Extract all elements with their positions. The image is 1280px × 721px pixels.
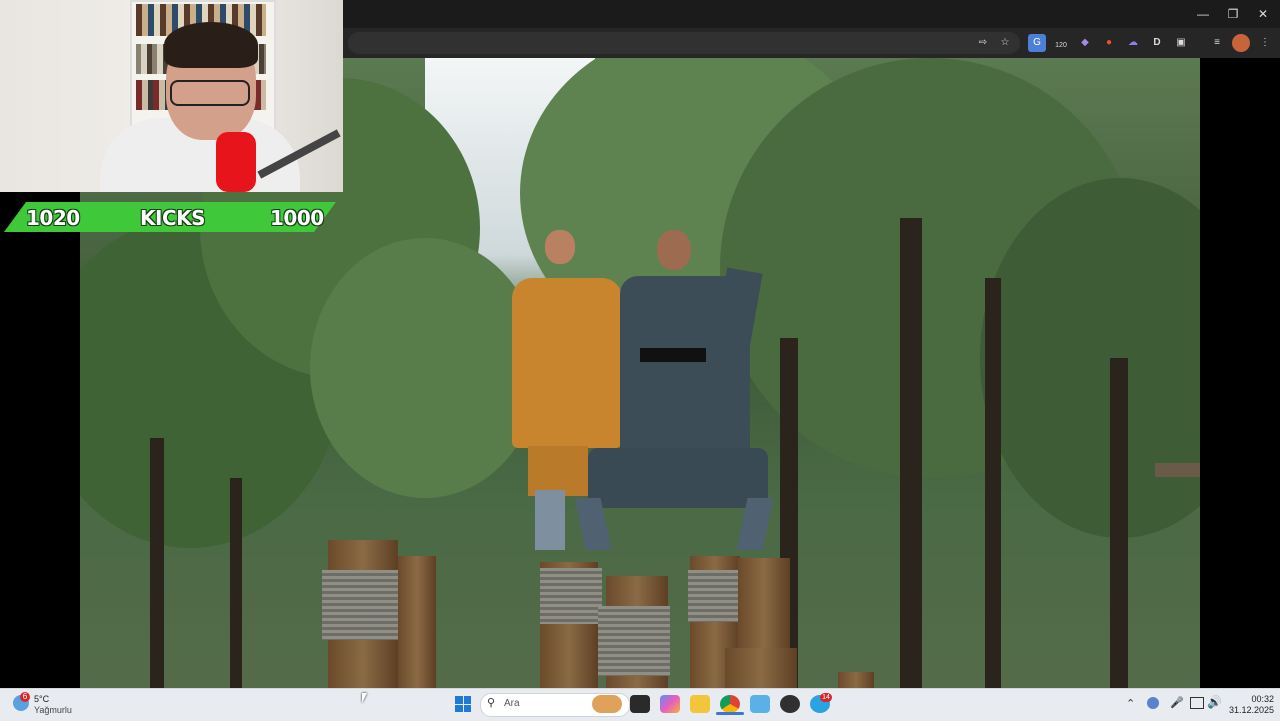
black-belt: [640, 348, 706, 362]
tray-app-icon[interactable]: [1147, 697, 1159, 709]
wooden-post: [725, 648, 797, 688]
install-app-icon[interactable]: ⇨: [974, 34, 992, 52]
wooden-post: [838, 672, 874, 688]
telegram-badge: 14: [820, 693, 832, 702]
start-windows-icon[interactable]: [455, 696, 471, 712]
file-explorer-icon[interactable]: [690, 695, 710, 713]
active-app-indicator: [716, 712, 744, 715]
snipping-tool-icon[interactable]: [750, 695, 770, 713]
webcam-overlay: [0, 0, 343, 192]
menu-kebab-icon[interactable]: ⋮: [1256, 34, 1274, 52]
tree-trunk: [230, 478, 242, 688]
chrome-icon[interactable]: [720, 695, 740, 713]
close-icon[interactable]: ✕: [1248, 4, 1278, 24]
puzzle-extension-icon[interactable]: ●: [1100, 34, 1118, 52]
cloud-extension-icon[interactable]: ☁: [1124, 34, 1142, 52]
task-view-icon[interactable]: [630, 695, 650, 713]
search-highlight-icon[interactable]: [592, 695, 622, 713]
clock-time[interactable]: 00:32: [1232, 694, 1274, 704]
address-bar[interactable]: [348, 32, 1020, 54]
reading-list-icon[interactable]: ≡: [1208, 34, 1226, 52]
tree-trunk: [900, 218, 922, 688]
bookmark-star-icon[interactable]: ☆: [996, 34, 1014, 52]
translate-extension-icon[interactable]: G: [1028, 34, 1046, 52]
wooden-post: [398, 556, 436, 688]
d-extension-icon[interactable]: D: [1148, 34, 1166, 52]
microphone-icon[interactable]: 🎤: [1170, 696, 1184, 709]
person-hair: [164, 22, 258, 68]
minimize-icon[interactable]: —: [1188, 4, 1218, 24]
obs-icon[interactable]: [780, 695, 800, 713]
monk-orange-pants: [528, 446, 588, 496]
tree-foliage: [310, 238, 540, 498]
monk-leg-wrap: [535, 490, 565, 550]
network-icon[interactable]: [1190, 697, 1204, 709]
weather-temp: 5°C: [34, 694, 50, 704]
chevron-up-icon[interactable]: ⌃: [1126, 697, 1135, 710]
tree-trunk: [1110, 358, 1128, 688]
shield-extension-icon[interactable]: ◆: [1076, 34, 1094, 52]
search-placeholder: Ara: [504, 698, 520, 709]
man-head: [657, 230, 691, 270]
microphone: [216, 132, 256, 192]
copilot-icon[interactable]: [660, 695, 680, 713]
profile-avatar[interactable]: [1232, 34, 1250, 52]
clock-date[interactable]: 31.12.2025: [1220, 705, 1274, 715]
maximize-icon[interactable]: ❐: [1218, 4, 1248, 24]
post-rope: [598, 606, 670, 676]
mouse-cursor: [362, 693, 367, 703]
kick-count-right: 1000: [270, 206, 324, 230]
search-icon: ⚲: [487, 697, 496, 709]
wooden-beam: [1155, 463, 1200, 477]
weather-badge: 6: [20, 692, 30, 702]
extension-counter-icon[interactable]: 120: [1052, 34, 1070, 52]
tree-trunk: [985, 278, 1001, 688]
extension-badge: 120: [1055, 42, 1067, 49]
monk-orange-robe: [512, 278, 622, 448]
monk-head: [545, 230, 575, 264]
kick-count-left: 1020: [26, 206, 80, 230]
grey-pants: [588, 448, 768, 508]
weather-condition: Yağmurlu: [34, 705, 72, 715]
kicks-label: KICKS: [140, 206, 206, 230]
tree-trunk: [150, 438, 164, 688]
post-rope: [540, 568, 602, 624]
post-rope: [322, 570, 402, 640]
extensions-icon[interactable]: ▣: [1172, 34, 1190, 52]
glasses: [170, 80, 250, 106]
